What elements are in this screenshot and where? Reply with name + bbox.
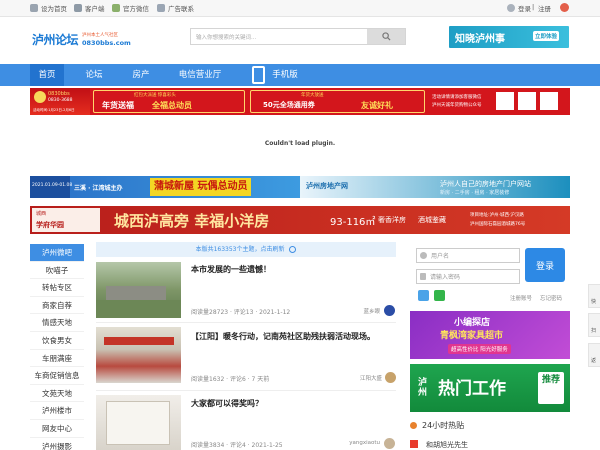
hot-jobs-ad[interactable]: 泸州 热门工作 推荐 bbox=[410, 364, 570, 412]
banner1-coupon-1: 红包大派送 惊喜彩头 年货送福 全福总动员 bbox=[93, 90, 245, 113]
plugin-error-message: Couldn't load plugin. bbox=[264, 140, 336, 147]
ad-icon bbox=[157, 4, 165, 12]
post-meta: 阅读量1632 · 评论6 · 7 天前 bbox=[191, 376, 270, 383]
sidebar-item-repost[interactable]: 转帖专区 bbox=[30, 279, 84, 297]
sidebar-item-food[interactable]: 饮食男女 bbox=[30, 332, 84, 350]
post-meta: 阅读量3834 · 评论4 · 2021-1-25 bbox=[191, 442, 283, 449]
qr-code-icon bbox=[540, 92, 558, 110]
password-input[interactable]: 请输入密码 bbox=[416, 269, 520, 284]
avatar[interactable] bbox=[384, 438, 395, 449]
ad-contact-link[interactable]: 广告联系 bbox=[157, 3, 194, 13]
search-button[interactable] bbox=[367, 29, 405, 44]
nav-house[interactable]: 房产 bbox=[124, 64, 158, 86]
sidebar-item-chuimiaozi[interactable]: 吹喵子 bbox=[30, 262, 84, 280]
store-visit-ad[interactable]: 小编探店 青枫湾家具超市 超高性价比 阳光好服务 bbox=[410, 311, 570, 359]
forgot-password-link[interactable]: 忘记密码 bbox=[540, 294, 562, 302]
avatar[interactable] bbox=[384, 305, 395, 316]
float-tool-quick[interactable]: 快 bbox=[588, 284, 600, 308]
house-portal-banner[interactable]: 泸州房地产网 泸州人自己的房地产门户网站 新房 · 二手房 · 租房 · 家居装… bbox=[300, 176, 570, 198]
post-thumbnail[interactable] bbox=[96, 262, 181, 318]
refresh-icon bbox=[289, 246, 297, 253]
username-input[interactable]: 用户名 bbox=[416, 248, 520, 263]
sidebar-item-weiba[interactable]: 泸州微吧 bbox=[30, 244, 84, 262]
nav-telecom[interactable]: 电信营业厅 bbox=[172, 64, 228, 86]
nav-mobile[interactable]: 手机版 bbox=[268, 64, 302, 86]
nav-home[interactable]: 首页 bbox=[30, 64, 64, 86]
sidebar-item-user-center[interactable]: 网友中心 bbox=[30, 420, 84, 438]
refresh-notice[interactable]: 本版共163353个主题，点击刷新 bbox=[96, 242, 396, 257]
real-estate-banner[interactable]: 城西 学府华园 城西泸高旁 幸福小洋房 93-116㎡ 奢香洋房 酒城鉴藏 项目… bbox=[30, 206, 570, 234]
sidebar-item-property[interactable]: 泸州楼市 bbox=[30, 402, 84, 420]
user-icon bbox=[507, 4, 515, 12]
phone-icon bbox=[252, 66, 265, 84]
nav-forum[interactable]: 论坛 bbox=[78, 64, 110, 86]
post-author[interactable]: yangxiaotu bbox=[320, 440, 380, 446]
top-bar: 设为首页 客户端 官方微信 广告联系 登录 | 注册 bbox=[0, 0, 600, 17]
search-bar: 输入你想搜索的关键词... bbox=[190, 28, 406, 45]
new-year-banner[interactable]: 0830bbs 0830-3688 活动时间:1月23日-2月6日 红包大派送 … bbox=[30, 88, 570, 115]
post-divider bbox=[96, 390, 396, 391]
sidebar-item-cars[interactable]: 车朋满座 bbox=[30, 350, 84, 368]
post-meta: 阅读量28723 · 评论13 · 2021-1-12 bbox=[191, 309, 291, 316]
hot-posts-title: 24小时热贴 bbox=[410, 420, 570, 431]
post-author[interactable]: 江阳大盛 bbox=[320, 374, 382, 382]
hot-post-item[interactable]: 和胡旭光先生 bbox=[426, 440, 468, 450]
wechat-link[interactable]: 官方微信 bbox=[112, 3, 149, 13]
mobile-icon bbox=[74, 4, 82, 12]
banner1-coupon-2: 年货大放送 50元全场通用券 友诚好礼 bbox=[250, 90, 425, 113]
set-home-link[interactable]: 设为首页 bbox=[30, 3, 67, 13]
site-logo[interactable]: 泸州论坛 泸州本土人气社区 0830bbs.com bbox=[30, 30, 131, 52]
post-divider bbox=[96, 322, 396, 323]
main-nav: 首页 论坛 房产 电信营业厅 手机版 bbox=[0, 64, 600, 86]
sidebar-item-car-promo[interactable]: 车商促销信息 bbox=[30, 367, 84, 385]
qq-login-icon[interactable] bbox=[418, 290, 429, 301]
avatar[interactable] bbox=[385, 372, 396, 383]
client-link[interactable]: 客户端 bbox=[74, 3, 105, 13]
sidebar-item-merchant[interactable]: 商家自荐 bbox=[30, 297, 84, 315]
search-input[interactable]: 输入你想搜索的关键词... bbox=[191, 29, 367, 44]
post-title[interactable]: 本市发展的一些遗憾！ bbox=[191, 264, 271, 275]
header-ad-banner[interactable]: 知晓泸州事 立即体验 bbox=[449, 26, 569, 48]
doll-event-banner[interactable]: 2021.01.09-01.08 三溪 · 江湾城主办 蒲城新屋 玩偶总动员 bbox=[30, 176, 300, 198]
post-author[interactable]: 蓝乡眼 bbox=[320, 307, 380, 315]
banner1-logo-icon bbox=[34, 91, 46, 103]
sidebar-item-literature[interactable]: 文苑天地 bbox=[30, 385, 84, 403]
qr-code-icon bbox=[496, 92, 514, 110]
login-link[interactable]: 登录 bbox=[507, 3, 531, 13]
float-tool-scan[interactable]: 扫 bbox=[588, 313, 600, 337]
home-icon bbox=[30, 4, 38, 12]
wechat-icon bbox=[112, 4, 120, 12]
post-thumbnail[interactable] bbox=[96, 327, 181, 383]
register-account-link[interactable]: 注册账号 bbox=[510, 294, 532, 302]
wechat-login-icon[interactable] bbox=[434, 290, 445, 301]
user-icon bbox=[420, 252, 427, 259]
forum-sidebar: 泸州微吧 吹喵子 转帖专区 商家自荐 情感天地 饮食男女 车朋满座 车商促销信息… bbox=[30, 244, 84, 450]
lock-icon bbox=[420, 273, 426, 280]
search-icon bbox=[381, 32, 391, 41]
post-title[interactable]: 【江阳】暖冬行动，记南苑社区助残扶弱活动现场。 bbox=[191, 331, 375, 342]
banner1-left: 0830bbs 0830-3688 活动时间:1月23日-2月6日 bbox=[30, 88, 90, 115]
qr-code-icon bbox=[518, 92, 536, 110]
float-tool-back[interactable]: 返 bbox=[588, 343, 600, 367]
topbar-separator: | bbox=[532, 3, 535, 11]
sidebar-item-photo[interactable]: 泸州摄影 bbox=[30, 438, 84, 450]
clock-icon bbox=[410, 422, 417, 429]
register-link[interactable]: 注册 bbox=[538, 3, 551, 13]
hot-rank-badge bbox=[410, 440, 418, 448]
post-thumbnail[interactable] bbox=[96, 395, 181, 450]
sidebar-item-emotion[interactable]: 情感天地 bbox=[30, 314, 84, 332]
bell-icon[interactable] bbox=[560, 3, 569, 12]
post-title[interactable]: 大家都可以得奖吗？ bbox=[191, 398, 263, 409]
login-button[interactable]: 登录 bbox=[525, 248, 565, 282]
